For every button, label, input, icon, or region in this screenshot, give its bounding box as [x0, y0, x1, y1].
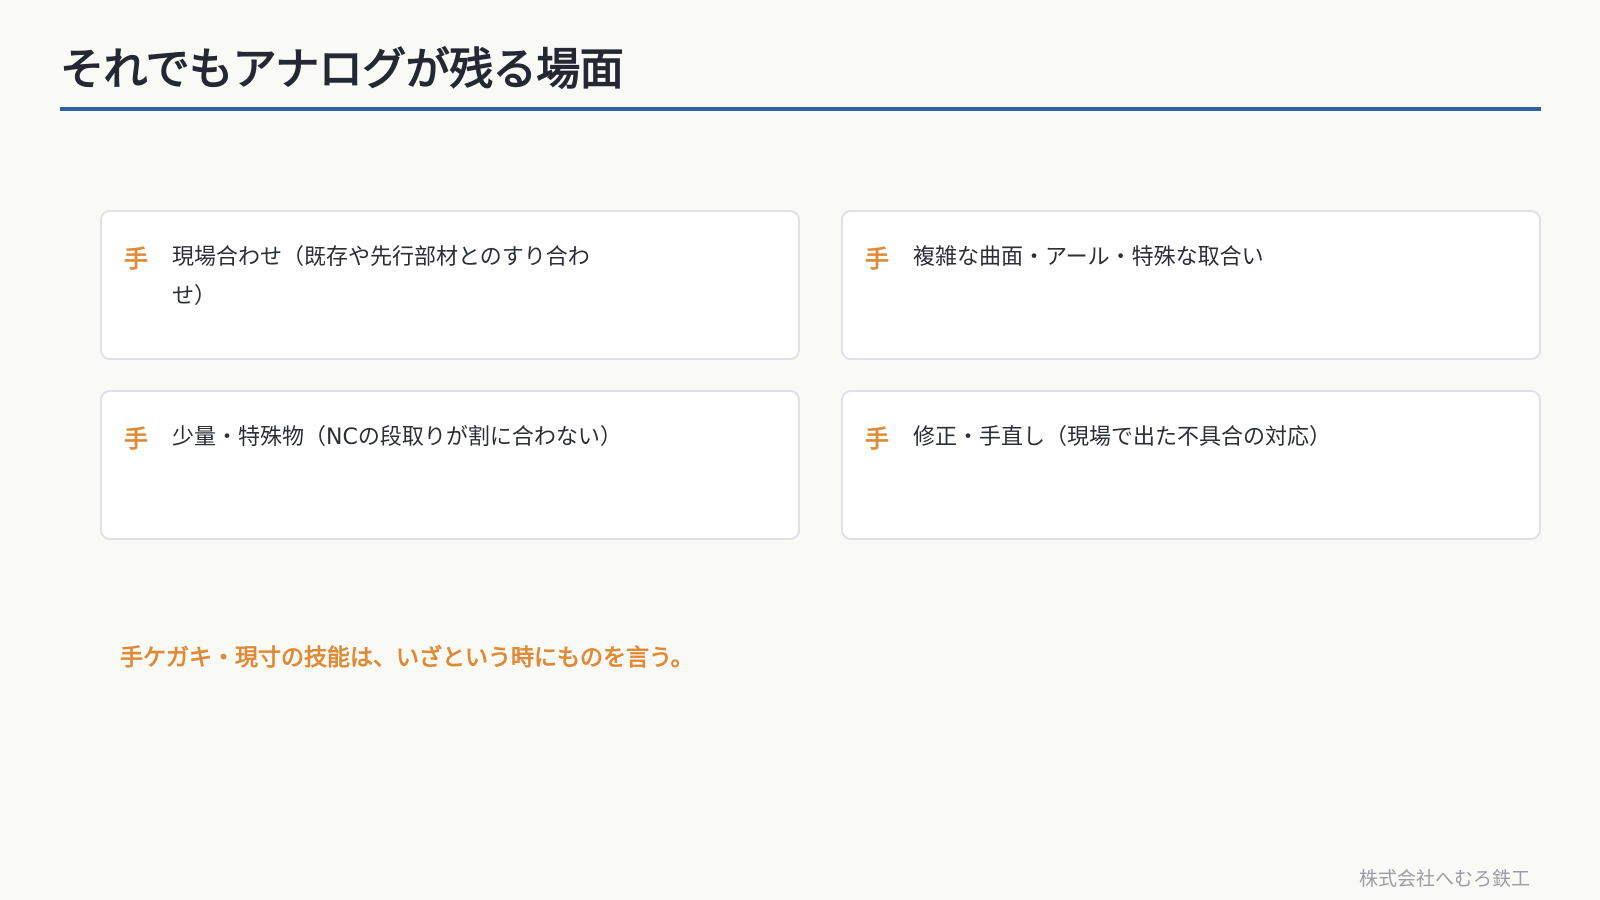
scenario-grid: 手 現場合わせ（既存や先行部材とのすり合わせ） 手 複雑な曲面・アール・特殊な取…	[100, 210, 1541, 540]
scenario-text: 現場合わせ（既存や先行部材とのすり合わせ）	[172, 245, 590, 309]
scenario-card: 手 修正・手直し（現場で出た不具合の対応）	[841, 390, 1541, 540]
hand-mark-icon: 手	[865, 245, 889, 273]
page-title: それでもアナログが残る場面	[60, 44, 624, 95]
hand-mark-icon: 手	[124, 245, 148, 273]
scenario-text: 修正・手直し（現場で出た不具合の対応）	[913, 425, 1332, 450]
scenario-card: 手 少量・特殊物（NCの段取りが割に合わない）	[100, 390, 800, 540]
company-name: 株式会社へむろ鉄工	[1358, 868, 1530, 890]
scenario-card: 手 現場合わせ（既存や先行部材とのすり合わせ）	[100, 210, 800, 360]
scenario-text: 複雑な曲面・アール・特殊な取合い	[913, 245, 1264, 270]
scenario-text: 少量・特殊物（NCの段取りが割に合わない）	[172, 425, 622, 450]
scenario-card: 手 複雑な曲面・アール・特殊な取合い	[841, 210, 1541, 360]
hand-mark-icon: 手	[124, 425, 148, 453]
key-message: 手ケガキ・現寸の技能は、いざという時にものを言う。	[120, 645, 694, 671]
title-divider	[60, 107, 1541, 111]
hand-mark-icon: 手	[865, 425, 889, 453]
